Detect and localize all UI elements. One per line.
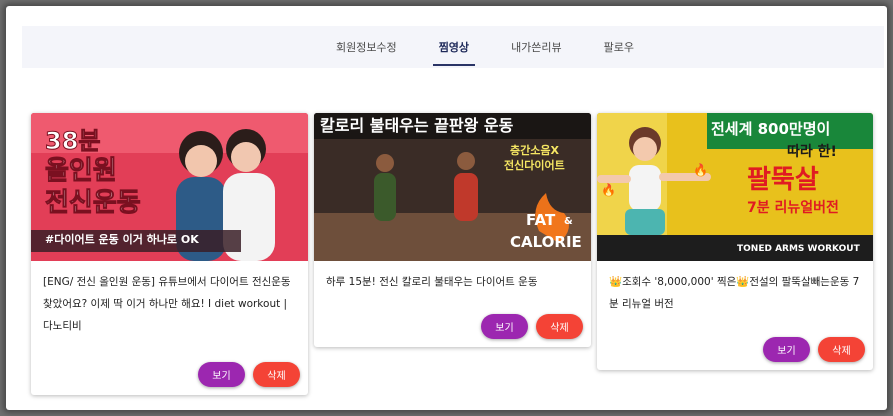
thumbnail-sub-2: 전신다이어트 <box>504 159 565 172</box>
thumbnail-line-2: 따라 한! <box>787 144 837 160</box>
thumbnail-fat: FAT <box>526 211 556 229</box>
video-title: 하루 15분! 전신 칼로리 불태우는 다이어트 운동 <box>326 276 538 288</box>
thumbnail-line-1: 38분 <box>44 127 101 155</box>
profile-tab-bar: 회원정보수정 찜영상 내가쓴리뷰 팔로우 <box>22 26 884 68</box>
thumbnail-headline: 칼로리 불태우는 끝판왕 운동 <box>320 116 514 135</box>
thumbnail-line-3: 팔뚝살 <box>747 165 819 195</box>
tab-edit-profile[interactable]: 회원정보수정 <box>330 26 403 68</box>
delete-button[interactable]: 삭제 <box>818 337 865 362</box>
card-actions: 보기 삭제 <box>198 362 300 387</box>
tab-saved-videos[interactable]: 찜영상 <box>432 26 476 68</box>
card-actions: 보기 삭제 <box>481 314 583 339</box>
view-button[interactable]: 보기 <box>198 362 245 387</box>
thumbnail-line-1: 전세계 800만명이 <box>711 120 831 138</box>
tab-my-reviews[interactable]: 내가쓴리뷰 <box>505 26 568 68</box>
thumbnail-banner: #다이어트 운동 이거 하나로 OK <box>45 233 199 246</box>
video-thumbnail[interactable]: 전세계 800만명이 따라 한! 팔뚝살 7분 리뉴얼버전 TONED ARMS… <box>597 113 873 261</box>
thumbnail-line-2: 올인원 <box>45 156 118 186</box>
card-actions: 보기 삭제 <box>763 337 865 362</box>
thumbnail-calorie: CALORIE <box>510 233 582 251</box>
video-card: 칼로리 불태우는 끝판왕 운동 층간소음X 전신다이어트 FAT & CALOR… <box>314 113 591 347</box>
thumbnail-sub-1: 층간소음X <box>510 144 559 157</box>
view-button[interactable]: 보기 <box>481 314 528 339</box>
tab-follow[interactable]: 팔로우 <box>598 26 640 68</box>
delete-button[interactable]: 삭제 <box>536 314 583 339</box>
view-button[interactable]: 보기 <box>763 337 810 362</box>
thumbnail-line-5: TONED ARMS WORKOUT <box>737 244 860 254</box>
thumbnail-line-3: 전신운동 <box>45 188 142 218</box>
video-title: 👑조회수 '8,000,000' 찍은👑전설의 팔뚝살빼는운동 7분 리뉴얼 버… <box>609 276 860 310</box>
video-card: 전세계 800만명이 따라 한! 팔뚝살 7분 리뉴얼버전 TONED ARMS… <box>597 113 873 370</box>
delete-button[interactable]: 삭제 <box>253 362 300 387</box>
video-thumbnail[interactable]: 38분 올인원 전신운동 #다이어트 운동 이거 하나로 OK <box>31 113 308 261</box>
video-thumbnail[interactable]: 칼로리 불태우는 끝판왕 운동 층간소음X 전신다이어트 FAT & CALOR… <box>314 113 591 261</box>
thumbnail-line-4: 7분 리뉴얼버전 <box>747 200 839 216</box>
fire-icon: 🔥 <box>693 163 708 177</box>
page-frame: 회원정보수정 찜영상 내가쓴리뷰 팔로우 38분 올인원 전신운동 #다이어트 … <box>6 6 887 410</box>
fire-icon: 🔥 <box>601 183 616 197</box>
video-title: [ENG/ 전신 올인원 운동] 유튜브에서 다이어트 전신운동 찾았어요? 이… <box>43 276 291 332</box>
thumbnail-amp: & <box>564 216 573 227</box>
video-card: 38분 올인원 전신운동 #다이어트 운동 이거 하나로 OK [ENG/ 전신… <box>31 113 308 395</box>
